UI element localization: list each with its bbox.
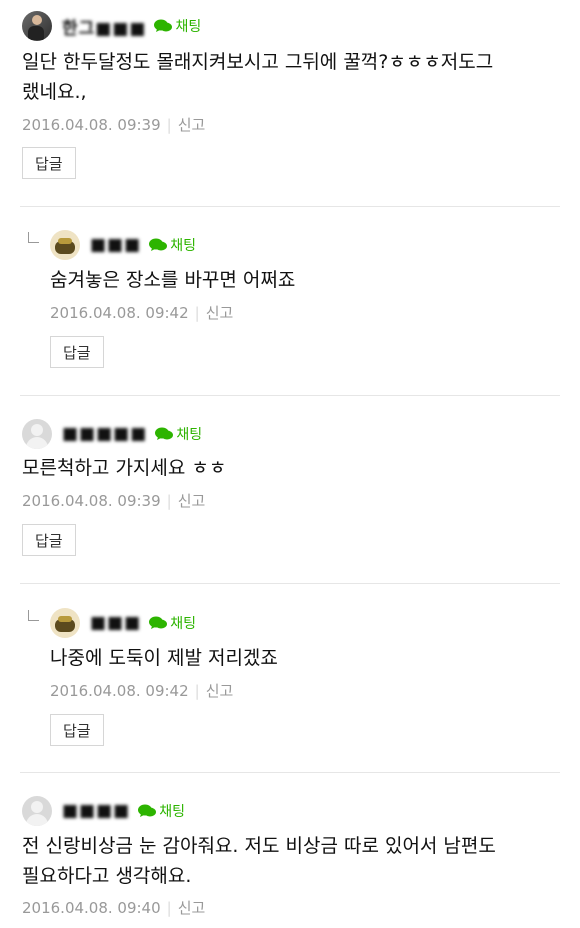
comment-text: 모른척하고 가지세요 ㅎㅎ [22,453,226,483]
meta-separator: | [166,116,172,134]
avatar[interactable] [22,11,52,41]
comment-date: 2016.04.08. 09:42 [50,682,189,700]
nickname[interactable]: 한그■■■ [62,14,146,39]
avatar[interactable] [50,230,80,260]
reply-button[interactable]: 답글 [22,524,76,556]
chat-bubble-icon [149,616,168,629]
chat-link[interactable]: 채팅 [149,613,196,633]
divider [20,206,560,207]
avatar[interactable] [50,608,80,638]
comment-date: 2016.04.08. 09:39 [22,492,161,510]
reply-button[interactable]: 답글 [50,336,104,368]
comment-text-line: 모른척하고 가지세요 ㅎㅎ [22,457,227,479]
comment-date: 2016.04.08. 09:39 [22,116,161,134]
report-link[interactable]: 신고 [178,492,206,510]
chat-bubble-icon [155,427,174,440]
meta-separator: | [194,682,200,700]
nickname[interactable]: ■■■ [90,235,141,255]
comment-meta: 2016.04.08. 09:39 | 신고 [22,490,205,511]
comment-text: 숨겨놓은 장소를 바꾸면 어쩌죠 [50,265,295,295]
meta-separator: | [194,304,200,322]
meta-separator: | [166,492,172,510]
comment-text-line: 전 신랑비상금 눈 감아줘요. 저도 비상금 따로 있어서 남편도 [22,835,496,857]
report-link[interactable]: 신고 [206,682,234,700]
comment-date: 2016.04.08. 09:40 [22,899,161,917]
comment-date: 2016.04.08. 09:42 [50,304,189,322]
chat-bubble-icon [149,238,168,251]
chat-link[interactable]: 채팅 [155,424,202,444]
chat-label: 채팅 [176,427,203,443]
reply-arrow-icon [28,610,39,621]
comment-header: ■■■ 채팅 [50,607,196,639]
comment-text-line: 나중에 도둑이 제발 저리겠죠 [50,647,278,669]
chat-bubble-icon [154,19,173,32]
chat-bubble-icon [138,804,157,817]
comment-text-line: 일단 한두달정도 몰래지켜보시고 그뒤에 꿀꺽?ㅎㅎㅎ저도그 [22,51,494,73]
comment-header: ■■■■ 채팅 [22,795,185,827]
comment-meta: 2016.04.08. 09:40 | 신고 [22,897,205,918]
comment-meta: 2016.04.08. 09:42 | 신고 [50,302,233,323]
chat-label: 채팅 [175,19,202,35]
comment-header: ■■■■■ 채팅 [22,418,202,450]
comment-text: 전 신랑비상금 눈 감아줘요. 저도 비상금 따로 있어서 남편도 필요하다고 … [22,831,496,891]
comment-header: 한그■■■ 채팅 [22,10,201,42]
divider [20,395,560,396]
comment-header: ■■■ 채팅 [50,229,196,261]
nickname[interactable]: ■■■■ [62,801,130,821]
report-link[interactable]: 신고 [206,304,234,322]
chat-link[interactable]: 채팅 [149,235,196,255]
reply-button[interactable]: 답글 [50,714,104,746]
avatar[interactable] [22,796,52,826]
report-link[interactable]: 신고 [178,116,206,134]
chat-link[interactable]: 채팅 [154,16,201,36]
comment-meta: 2016.04.08. 09:39 | 신고 [22,114,205,135]
chat-link[interactable]: 채팅 [138,801,185,821]
reply-button[interactable]: 답글 [22,147,76,179]
comment-text: 나중에 도둑이 제발 저리겠죠 [50,643,278,673]
comment-meta: 2016.04.08. 09:42 | 신고 [50,680,233,701]
comment-text-line: 필요하다고 생각해요. [22,865,192,887]
comment-text-line: 랬네요., [22,81,87,103]
chat-label: 채팅 [170,616,196,632]
divider [20,772,560,773]
nickname[interactable]: ■■■ [90,613,141,633]
reply-arrow-icon [28,232,39,243]
divider [20,583,560,584]
comment-text: 일단 한두달정도 몰래지켜보시고 그뒤에 꿀꺽?ㅎㅎㅎ저도그 랬네요., [22,47,493,107]
meta-separator: | [166,899,172,917]
comment-text-line: 숨겨놓은 장소를 바꾸면 어쩌죠 [50,269,296,291]
avatar[interactable] [22,419,52,449]
chat-label: 채팅 [170,238,196,254]
report-link[interactable]: 신고 [178,899,206,917]
nickname[interactable]: ■■■■■ [62,424,147,444]
chat-label: 채팅 [159,804,186,820]
